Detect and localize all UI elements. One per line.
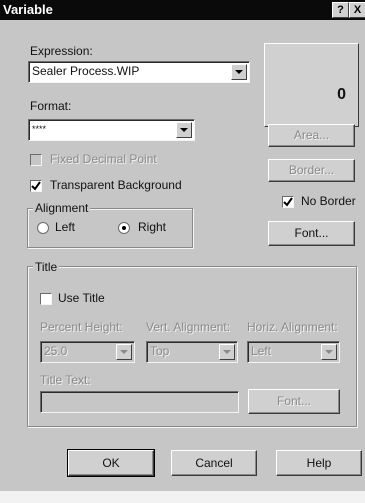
horiz-alignment-dropdown-button[interactable] xyxy=(321,344,337,360)
help-button[interactable]: Help xyxy=(276,450,362,476)
title-font-button[interactable]: Font... xyxy=(248,389,340,414)
horiz-alignment-combo[interactable]: Left xyxy=(247,341,340,363)
align-right-radio[interactable] xyxy=(118,222,130,234)
window-title: Variable xyxy=(3,2,53,17)
no-border-label: No Border xyxy=(301,194,356,208)
no-border-checkbox[interactable] xyxy=(282,196,294,208)
vert-alignment-dropdown-button[interactable] xyxy=(219,344,235,360)
help-title-button[interactable]: ? xyxy=(332,2,349,18)
title-group-legend: Title xyxy=(33,260,60,274)
close-title-button[interactable]: X xyxy=(349,2,365,18)
value-preview: 0 xyxy=(264,43,359,127)
area-button[interactable]: Area... xyxy=(268,124,355,147)
use-title-label: Use Title xyxy=(58,291,105,305)
checkmark-icon xyxy=(31,181,41,191)
chevron-down-icon xyxy=(120,350,128,354)
expression-label: Expression: xyxy=(30,44,93,58)
percent-height-combo[interactable]: 25.0 xyxy=(40,341,135,363)
align-left-label: Left xyxy=(55,220,76,234)
title-text-label: Title Text: xyxy=(40,373,91,387)
format-label: Format: xyxy=(30,99,72,113)
cancel-button[interactable]: Cancel xyxy=(171,450,257,476)
horiz-alignment-value: Left xyxy=(251,344,272,358)
font-button[interactable]: Font... xyxy=(268,221,355,246)
transparent-bg-checkbox[interactable] xyxy=(30,180,42,192)
format-combo[interactable]: **** xyxy=(28,119,195,141)
fixed-decimal-checkbox[interactable] xyxy=(30,154,42,166)
expression-dropdown-button[interactable] xyxy=(231,64,247,80)
fixed-decimal-label: Fixed Decimal Point xyxy=(50,152,157,166)
preview-value: 0 xyxy=(337,86,346,103)
window-bottom-edge xyxy=(0,491,365,503)
chevron-down-icon xyxy=(223,350,231,354)
vert-alignment-value: Top xyxy=(150,344,170,358)
format-value: **** xyxy=(32,124,47,134)
border-button[interactable]: Border... xyxy=(268,159,355,182)
title-text-input[interactable] xyxy=(40,391,239,413)
percent-height-value: 25.0 xyxy=(44,344,68,358)
use-title-checkbox[interactable] xyxy=(40,293,52,305)
chevron-down-icon xyxy=(180,128,188,132)
radio-selected-dot xyxy=(122,226,126,230)
format-dropdown-button[interactable] xyxy=(176,122,192,138)
title-bar[interactable]: Variable ? X xyxy=(0,0,365,20)
chevron-down-icon xyxy=(235,70,243,74)
checkmark-icon xyxy=(283,197,293,207)
ok-button[interactable]: OK xyxy=(67,449,155,477)
horiz-alignment-label: Horiz. Alignment: xyxy=(247,320,338,334)
expression-combo[interactable]: Sealer Process.WIP xyxy=(28,61,250,83)
vert-alignment-combo[interactable]: Top xyxy=(146,341,238,363)
percent-height-label: Percent Height: xyxy=(40,320,123,334)
expression-value: Sealer Process.WIP xyxy=(32,64,140,78)
percent-height-dropdown-button[interactable] xyxy=(116,344,132,360)
align-right-label: Right xyxy=(138,220,167,234)
transparent-bg-label: Transparent Background xyxy=(50,178,182,192)
vert-alignment-label: Vert. Alignment: xyxy=(146,320,231,334)
chevron-down-icon xyxy=(325,350,333,354)
align-left-radio[interactable] xyxy=(37,222,49,234)
alignment-legend: Alignment xyxy=(33,201,91,215)
